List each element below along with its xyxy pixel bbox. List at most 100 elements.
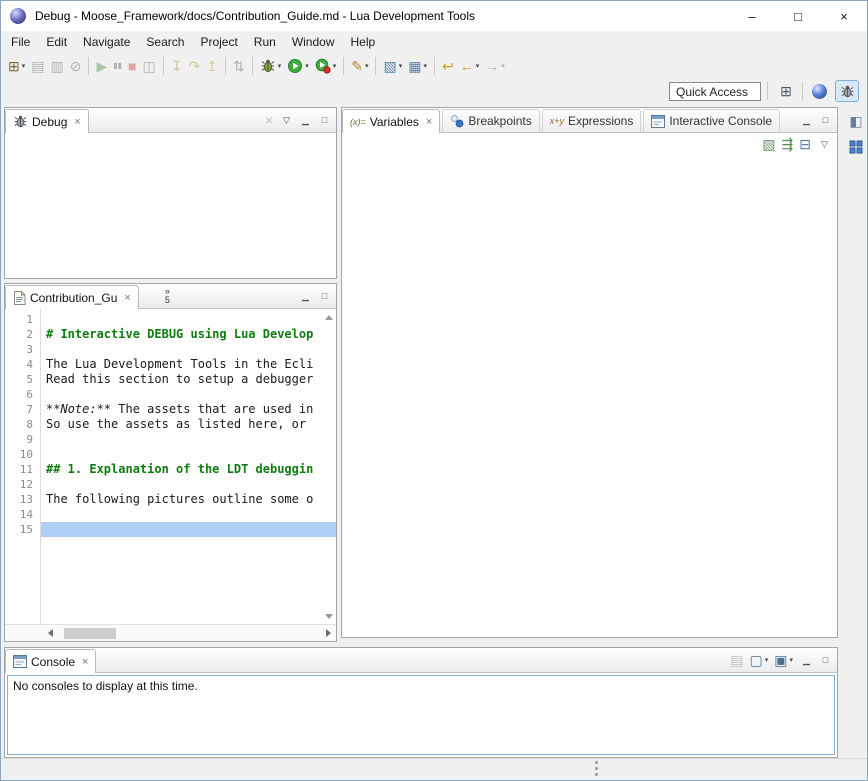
code-line[interactable]	[41, 447, 336, 462]
menu-window[interactable]: Window	[284, 32, 343, 52]
view-menu-button[interactable]: ▽	[278, 112, 295, 129]
debug-button[interactable]: ▾	[257, 55, 285, 77]
new-wizard-window-button[interactable]: ▧▾	[380, 55, 405, 77]
menu-help[interactable]: Help	[343, 32, 384, 52]
tab-expressions[interactable]: x+y Expressions	[542, 109, 642, 132]
code-line[interactable]: So use the assets as listed here, or	[41, 417, 336, 432]
horizontal-scrollbar[interactable]	[5, 624, 336, 641]
lua-perspective-button[interactable]	[807, 80, 831, 102]
last-edit-location-icon: ↩	[442, 59, 454, 73]
chevron-down-icon[interactable]: ▾	[333, 62, 337, 70]
chevron-down-icon[interactable]: ▾	[423, 62, 427, 70]
chevron-down-icon[interactable]: ▾	[278, 62, 282, 70]
app-logo-icon	[10, 8, 26, 24]
tab-overflow-indicator[interactable]: » 5	[165, 287, 170, 305]
maximize-button[interactable]: □	[817, 652, 834, 669]
menu-search[interactable]: Search	[138, 32, 192, 52]
show-type-names-button[interactable]: ▧	[759, 133, 778, 155]
scrollbar-track[interactable]	[58, 625, 320, 641]
minimized-view-button[interactable]	[848, 137, 864, 157]
close-icon[interactable]: ×	[124, 292, 130, 304]
collapse-all-button[interactable]: ⊟	[796, 133, 814, 155]
display-selected-console-button[interactable]: ▢▾	[747, 649, 772, 671]
code-line[interactable]	[41, 507, 336, 522]
tab-contribution-guide[interactable]: Contribution_Gu ×	[5, 285, 139, 309]
code-line[interactable]: # Interactive DEBUG using Lua Develop	[41, 327, 336, 342]
chevron-down-icon[interactable]: ▾	[476, 62, 480, 70]
view-menu-button[interactable]: ▽	[816, 136, 833, 153]
code-line[interactable]	[41, 432, 336, 447]
tab-console[interactable]: Console ×	[5, 649, 96, 673]
menu-run[interactable]: Run	[246, 32, 284, 52]
minimize-button[interactable]: ▁	[297, 112, 314, 129]
chevron-down-icon[interactable]: ▾	[399, 62, 403, 70]
editor-view: Contribution_Gu × » 5 ▁ □ 12345678910111…	[4, 283, 337, 642]
code-line[interactable]: **Note:** The assets that are used in	[41, 402, 336, 417]
disconnect-button: ◫	[140, 55, 159, 77]
new-button[interactable]: ⊞▾	[5, 55, 28, 77]
show-logical-structures-button[interactable]: ⇶	[779, 133, 797, 155]
menu-project[interactable]: Project	[192, 32, 245, 52]
variables-view: (x)= Variables × Breakpoints x+y Express…	[341, 107, 838, 638]
tab-interactive-console[interactable]: Interactive Console	[643, 109, 780, 132]
scroll-right-icon[interactable]	[320, 625, 336, 641]
code-line[interactable]: ## 1. Explanation of the LDT debuggin	[41, 462, 336, 477]
minimized-views-trim: ◧	[844, 107, 868, 157]
tab-variables[interactable]: (x)= Variables ×	[342, 109, 440, 133]
scroll-left-icon[interactable]	[42, 625, 58, 641]
quick-access-input[interactable]: Quick Access	[669, 82, 761, 101]
line-number-gutter[interactable]: 123456789101112131415	[5, 309, 41, 624]
open-table-wizard-button[interactable]: ▦▾	[405, 55, 430, 77]
remove-all-terminated-button: ×	[262, 109, 276, 131]
window-minimize-button[interactable]: –	[729, 1, 775, 31]
open-console-button[interactable]: ▣▾	[771, 649, 796, 671]
restore-view-button[interactable]: ◧	[848, 111, 863, 131]
menu-navigate[interactable]: Navigate	[75, 32, 138, 52]
menu-edit[interactable]: Edit	[38, 32, 75, 52]
run-button[interactable]: ▾	[284, 55, 312, 77]
tab-breakpoints[interactable]: Breakpoints	[442, 109, 539, 132]
code-line[interactable]	[41, 312, 336, 327]
maximize-button[interactable]: □	[817, 112, 834, 129]
minimize-button[interactable]: ▁	[297, 288, 314, 305]
code-line-current[interactable]	[41, 522, 336, 537]
close-icon[interactable]: ×	[82, 656, 88, 668]
chevron-down-icon[interactable]: ▾	[501, 62, 505, 70]
chevron-down-icon[interactable]: ▾	[765, 656, 769, 664]
external-tools-button[interactable]: ▾	[312, 55, 340, 77]
minimize-button[interactable]: ▁	[798, 652, 815, 669]
tab-debug[interactable]: Debug ×	[5, 109, 89, 133]
debug-perspective-button[interactable]	[835, 80, 859, 102]
last-edit-location-button[interactable]: ↩	[439, 55, 457, 77]
chevron-down-icon[interactable]: ▾	[365, 62, 369, 70]
chevron-down-icon[interactable]: ▾	[789, 656, 793, 664]
scrollbar-thumb[interactable]	[64, 628, 116, 639]
back-button[interactable]: ←▾	[457, 55, 483, 77]
scroll-down-icon[interactable]	[325, 614, 333, 619]
chevron-down-icon[interactable]: ▾	[305, 62, 309, 70]
menu-file[interactable]: File	[3, 32, 38, 52]
window-title: Debug - Moose_Framework/docs/Contributio…	[35, 9, 475, 23]
chevron-down-icon[interactable]: ▾	[22, 62, 26, 70]
open-perspective-button[interactable]: ⊞	[774, 80, 798, 102]
close-icon[interactable]: ×	[426, 116, 432, 128]
close-icon[interactable]: ×	[74, 116, 80, 128]
line-number: 9	[5, 432, 40, 447]
sash-grip[interactable]	[595, 761, 598, 764]
new-icon: ⊞	[8, 59, 20, 73]
maximize-button[interactable]: □	[316, 288, 333, 305]
minimize-button[interactable]: ▁	[798, 112, 815, 129]
highlighter-pen-button[interactable]: ✎▾	[348, 55, 371, 77]
window-close-button[interactable]: ×	[821, 1, 867, 31]
code-line[interactable]	[41, 477, 336, 492]
code-line[interactable]	[41, 342, 336, 357]
code-line[interactable]: The Lua Development Tools in the Ecli	[41, 357, 336, 372]
code-line[interactable]	[41, 387, 336, 402]
code-line[interactable]: The following pictures outline some o	[41, 492, 336, 507]
code-line[interactable]: Read this section to setup a debugger	[41, 372, 336, 387]
maximize-button[interactable]: □	[316, 112, 333, 129]
window-maximize-button[interactable]: □	[775, 1, 821, 31]
forward-icon: →	[485, 59, 499, 73]
scroll-up-icon[interactable]	[325, 315, 333, 320]
editor-text-area[interactable]: # Interactive DEBUG using Lua Develop The…	[41, 309, 336, 624]
